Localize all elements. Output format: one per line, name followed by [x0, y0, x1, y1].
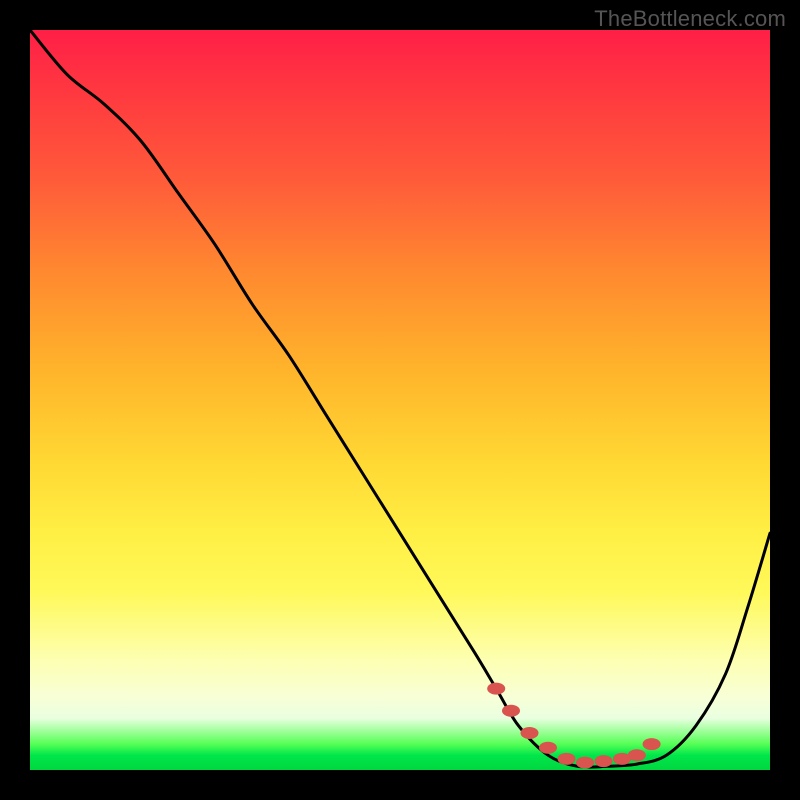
optimal-range-markers: [487, 683, 660, 769]
plot-area: [30, 30, 770, 770]
optimal-marker: [487, 683, 505, 695]
optimal-marker: [539, 742, 557, 754]
chart-frame: TheBottleneck.com: [0, 0, 800, 800]
optimal-marker: [521, 727, 539, 739]
optimal-marker: [576, 757, 594, 769]
optimal-marker: [558, 753, 576, 765]
optimal-marker: [502, 705, 520, 717]
optimal-marker: [595, 755, 613, 767]
optimal-marker: [643, 738, 661, 750]
optimal-marker: [628, 749, 646, 761]
curve-layer: [30, 30, 770, 770]
bottleneck-curve: [30, 30, 770, 767]
attribution-label: TheBottleneck.com: [594, 6, 786, 32]
